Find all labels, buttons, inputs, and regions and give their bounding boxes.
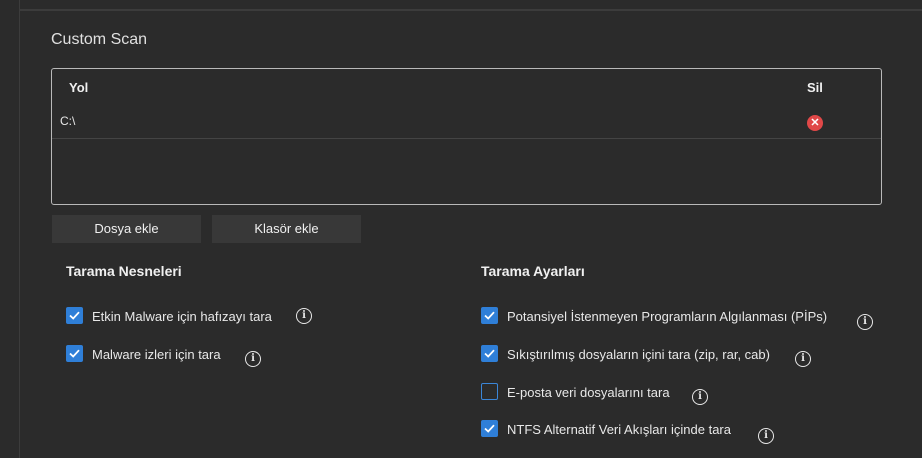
checkbox[interactable] [481, 383, 498, 400]
add-file-button[interactable]: Dosya ekle [52, 215, 201, 243]
check-icon [484, 349, 495, 358]
info-icon[interactable]: i [692, 389, 708, 405]
option-label: Etkin Malware için hafızayı tara [92, 309, 272, 324]
add-folder-button[interactable]: Klasör ekle [212, 215, 361, 243]
check-icon [484, 311, 495, 320]
checkbox[interactable] [66, 307, 83, 324]
checkbox[interactable] [481, 345, 498, 362]
checkbox[interactable] [481, 307, 498, 324]
table-row[interactable]: C:\ ✕ [52, 105, 881, 139]
check-icon [69, 311, 80, 320]
column-header-path: Yol [69, 80, 89, 95]
top-panel-edge [19, 0, 922, 10]
check-icon [484, 424, 495, 433]
path-cell: C:\ [60, 114, 76, 128]
delete-row-icon[interactable]: ✕ [807, 115, 823, 131]
info-icon[interactable]: i [758, 428, 774, 444]
checkbox[interactable] [66, 345, 83, 362]
info-icon[interactable]: i [245, 351, 261, 367]
path-table: Yol Sil C:\ ✕ [51, 68, 882, 205]
option-label: Potansiyel İstenmeyen Programların Algıl… [507, 309, 828, 324]
option-label: Malware izleri için tara [92, 347, 221, 362]
option-label: E-posta veri dosyalarını tara [507, 385, 670, 400]
check-icon [69, 349, 80, 358]
scan-objects-title: Tarama Nesneleri [66, 263, 182, 279]
checkbox[interactable] [481, 420, 498, 437]
info-icon[interactable]: i [795, 351, 811, 367]
scan-settings-title: Tarama Ayarları [481, 263, 585, 279]
page-title: Custom Scan [51, 31, 148, 48]
option-label: NTFS Alternatif Veri Akışları içinde tar… [507, 422, 731, 437]
info-icon[interactable]: i [296, 308, 312, 324]
option-label: Sıkıştırılmış dosyaların içini tara (zip… [507, 347, 770, 362]
info-icon[interactable]: i [857, 314, 873, 330]
column-header-delete: Sil [807, 80, 823, 95]
